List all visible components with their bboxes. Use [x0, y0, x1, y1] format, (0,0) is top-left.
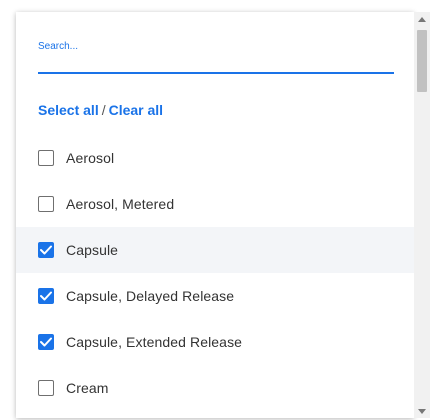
- option-capsule-delayed-release[interactable]: Capsule, Delayed Release: [16, 273, 414, 319]
- arrow-up-icon: [418, 16, 426, 22]
- checkbox-capsule-delayed-release[interactable]: [38, 288, 54, 304]
- arrow-down-icon: [418, 408, 426, 414]
- option-cream[interactable]: Cream: [16, 365, 414, 411]
- option-label: Capsule: [66, 242, 119, 258]
- option-label: Capsule, Delayed Release: [66, 288, 235, 304]
- vertical-scrollbar[interactable]: [414, 12, 430, 418]
- option-aerosol-metered[interactable]: Aerosol, Metered: [16, 181, 414, 227]
- option-label: Cream: [66, 380, 109, 396]
- check-icon: [40, 245, 52, 255]
- search-container: [38, 26, 394, 78]
- option-capsule-extended-release[interactable]: Capsule, Extended Release: [16, 319, 414, 365]
- select-all-link[interactable]: Select all: [38, 102, 99, 118]
- checkbox-aerosol[interactable]: [38, 150, 54, 166]
- check-icon: [40, 337, 52, 347]
- options-list: Aerosol Aerosol, Metered Capsule Capsule…: [16, 135, 414, 411]
- search-input[interactable]: [38, 34, 394, 74]
- option-label: Capsule, Extended Release: [66, 334, 243, 350]
- scroll-up-button[interactable]: [414, 12, 430, 26]
- multiselect-dropdown-panel: Select all/Clear all Aerosol Aerosol, Me…: [16, 12, 414, 418]
- scrollbar-thumb[interactable]: [417, 30, 427, 92]
- option-label: Aerosol: [66, 150, 115, 166]
- checkbox-capsule[interactable]: [38, 242, 54, 258]
- checkbox-capsule-extended-release[interactable]: [38, 334, 54, 350]
- scroll-down-button[interactable]: [414, 404, 430, 418]
- checkbox-cream[interactable]: [38, 380, 54, 396]
- option-aerosol[interactable]: Aerosol: [16, 135, 414, 181]
- checkbox-aerosol-metered[interactable]: [38, 196, 54, 212]
- check-icon: [40, 291, 52, 301]
- option-capsule[interactable]: Capsule: [16, 227, 414, 273]
- select-clear-separator: /: [101, 102, 106, 118]
- option-label: Aerosol, Metered: [66, 196, 175, 212]
- select-clear-row: Select all / Clear all: [38, 100, 163, 120]
- clear-all-link[interactable]: Clear all: [109, 102, 163, 118]
